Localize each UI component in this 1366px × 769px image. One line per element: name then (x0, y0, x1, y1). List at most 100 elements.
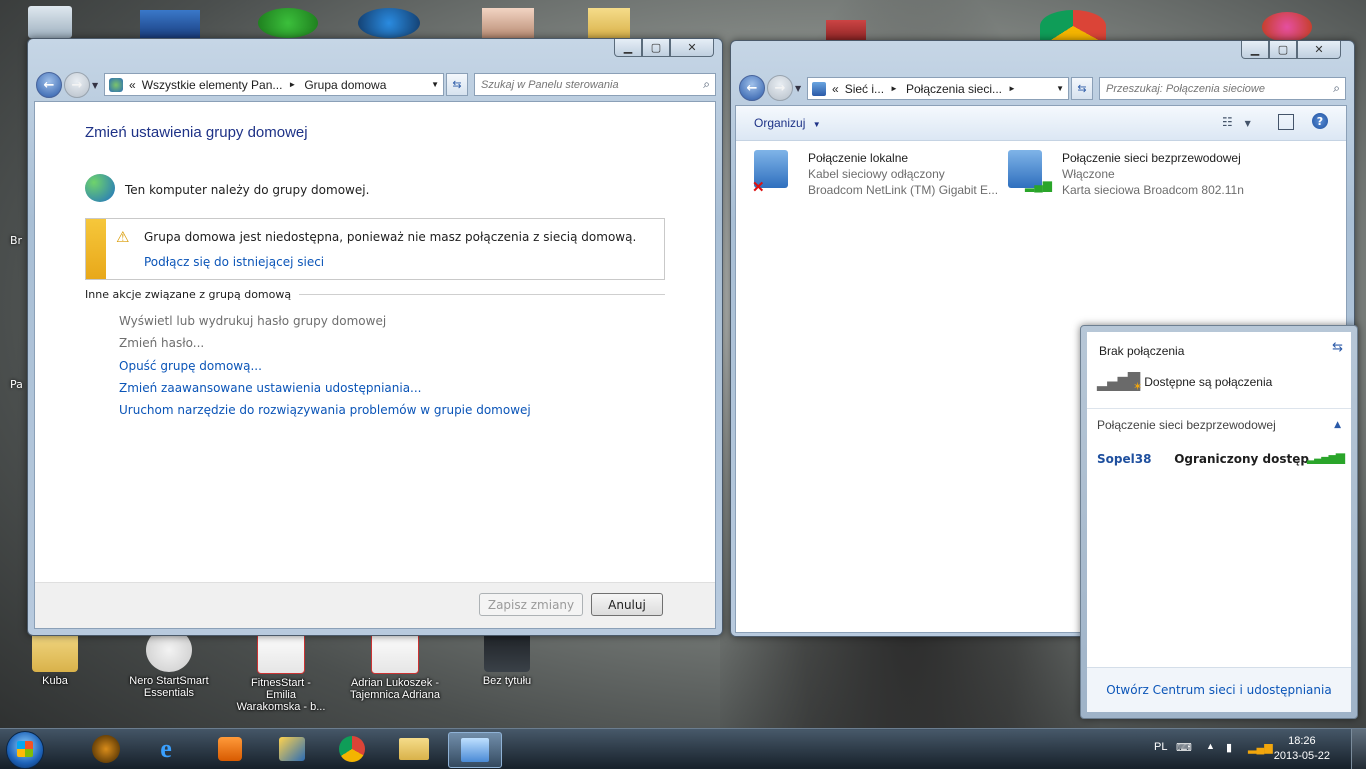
search-icon[interactable]: ⌕ (703, 77, 710, 92)
view-icon: ☷ (1222, 115, 1233, 129)
search-box[interactable]: ⌕ (474, 73, 716, 96)
back-button[interactable]: ← (739, 75, 765, 101)
search-box[interactable]: ⌕ (1099, 77, 1346, 100)
organize-menu[interactable]: Organizuj ▼ (754, 116, 821, 130)
star-icon: ✶ (1133, 380, 1142, 393)
desktop-icon-top-2[interactable] (140, 10, 200, 38)
open-network-center-link[interactable]: Otwórz Centrum sieci i udostępniania (1106, 683, 1331, 697)
breadcrumb-network[interactable]: Sieć i... (845, 82, 884, 96)
save-changes-button[interactable]: Zapisz zmiany (479, 593, 583, 616)
language-indicator[interactable]: PL (1154, 741, 1167, 753)
connection-wireless[interactable]: ▂▄▆ Połączenie sieci bezprzewodowej Włąc… (1008, 150, 1244, 198)
connection-local[interactable]: ✕ Połączenie lokalne Kabel sieciowy odłą… (752, 150, 998, 198)
breadcrumb-homegroup[interactable]: Grupa domowa (304, 78, 386, 92)
minimize-button[interactable]: ▁ (614, 39, 642, 57)
start-button[interactable] (6, 731, 44, 769)
connections-available: ▂▄▆█ ✶ Dostępne są połączenia (1097, 372, 1272, 393)
wifi-network-status: Ograniczony dostęp (1174, 452, 1309, 466)
desktop-icon-adrian[interactable]: Adrian Lukoszek - Tajemnica Adriana (350, 628, 440, 701)
desktop-icon-top-3[interactable] (258, 8, 318, 38)
preview-pane-icon[interactable] (1278, 114, 1294, 130)
close-icon: ✕ (687, 41, 697, 54)
address-bar[interactable]: « Sieć i... ► Połączenia sieci... ► ▼ (807, 77, 1069, 100)
refresh-button[interactable]: ⇆ (1071, 77, 1093, 100)
show-desktop-button[interactable] (1351, 729, 1366, 769)
flyout-footer: Otwórz Centrum sieci i udostępniania (1087, 667, 1351, 712)
chevron-up-icon[interactable]: ▲ (1334, 420, 1341, 430)
breadcrumb-separator-icon[interactable]: ► (1008, 84, 1016, 93)
address-bar[interactable]: « Wszystkie elementy Pan... ► Grupa domo… (104, 73, 444, 96)
troubleshooter-link[interactable]: Uruchom narzędzie do rozwiązywania probl… (119, 403, 531, 417)
keyboard-icon[interactable]: ⌨ (1176, 741, 1192, 754)
desktop-icon-top-4[interactable] (358, 8, 420, 38)
show-password-link[interactable]: Wyświetl lub wydrukuj hasło grupy domowe… (119, 314, 386, 328)
address-dropdown-icon[interactable]: ▼ (431, 80, 439, 89)
minimize-button[interactable]: ▁ (1241, 41, 1269, 59)
warning-stripe (86, 219, 106, 279)
taskbar-media[interactable] (204, 732, 256, 766)
desktop-icon-top-right[interactable] (1262, 12, 1312, 42)
maximize-icon: ▢ (650, 41, 662, 54)
homegroup-window[interactable]: ▁ ▢ ✕ ← → ▼ « Wszystkie elementy Pan... … (27, 38, 723, 636)
leave-homegroup-link[interactable]: Opuść grupę domową... (119, 359, 262, 373)
other-actions-header: Inne akcje związane z grupą domową (85, 288, 665, 301)
caption-buttons: ▁ ▢ ✕ (614, 39, 714, 57)
wifi-network-item[interactable]: Sopel38 Ograniczony dostęp ▂▃▄▅▆ (1097, 450, 1345, 470)
clock[interactable]: 18:26 2013-05-22 (1274, 734, 1330, 764)
desktop-icon-kuba[interactable]: Kuba (10, 628, 100, 687)
taskbar-ie[interactable]: e (140, 732, 192, 766)
clock-date: 2013-05-22 (1273, 750, 1330, 762)
show-hidden-icons-icon[interactable]: ▲ (1206, 741, 1215, 751)
forward-button[interactable]: → (767, 75, 793, 101)
recent-pages-icon[interactable]: ▼ (795, 84, 801, 93)
navigation-buttons: ← → ▼ (36, 72, 100, 98)
search-input[interactable] (1100, 81, 1345, 96)
breadcrumb-prefix[interactable]: « (129, 78, 136, 92)
desktop-icon-label: Nero StartSmart Essentials (129, 675, 209, 699)
warning-icon: ⚠ (116, 228, 130, 246)
recent-pages-icon[interactable]: ▼ (92, 81, 98, 90)
change-password-link[interactable]: Zmień hasło... (119, 336, 204, 350)
search-icon[interactable]: ⌕ (1333, 81, 1340, 96)
desktop-icon-nero[interactable]: Nero StartSmart Essentials (124, 628, 214, 699)
desktop-photo-icon[interactable] (482, 8, 534, 38)
refresh-icon[interactable]: ⇆ (1332, 340, 1343, 355)
refresh-button[interactable]: ⇆ (446, 73, 468, 96)
breadcrumb-connections[interactable]: Połączenia sieci... (906, 82, 1002, 96)
maximize-button[interactable]: ▢ (642, 39, 670, 57)
battery-icon[interactable]: ▮ (1226, 741, 1232, 754)
back-button[interactable]: ← (36, 72, 62, 98)
chevron-down-icon: ▼ (1244, 119, 1251, 128)
breadcrumb-all-items[interactable]: Wszystkie elementy Pan... (142, 78, 283, 92)
taskbar-globe-app[interactable] (80, 732, 132, 766)
advanced-sharing-link[interactable]: Zmień zaawansowane ustawienia udostępnia… (119, 381, 422, 395)
search-input[interactable] (475, 77, 715, 92)
desktop-chrome-icon[interactable] (1040, 10, 1106, 42)
close-button[interactable]: ✕ (1297, 41, 1341, 59)
signal-available-icon: ▂▄▆█ ✶ (1097, 372, 1142, 393)
taskbar-control-panel[interactable] (448, 732, 502, 768)
command-bar: Organizuj ▼ ☷ ▼ ? (736, 106, 1346, 141)
breadcrumb-prefix[interactable]: « (832, 82, 839, 96)
help-icon[interactable]: ? (1312, 113, 1328, 129)
button-row: Zapisz zmiany Anuluj (35, 582, 715, 628)
desktop-icon-bez-tytulu[interactable]: Bez tytułu (462, 628, 552, 687)
forward-button[interactable]: → (64, 72, 90, 98)
maximize-button[interactable]: ▢ (1269, 41, 1297, 59)
taskbar-chrome[interactable] (326, 732, 378, 766)
taskbar-explorer[interactable] (388, 732, 440, 766)
cancel-button[interactable]: Anuluj (591, 593, 663, 616)
view-options-button[interactable]: ☷ ▼ (1222, 115, 1251, 129)
network-tray-icon[interactable]: ▂▄▆ (1248, 741, 1273, 754)
desktop-film-icon[interactable] (826, 20, 866, 42)
connect-network-link[interactable]: Podłącz się do istniejącej sieci (144, 255, 324, 269)
taskbar-paint[interactable] (266, 732, 318, 766)
desktop-icon-fitnesstart[interactable]: FitnesStart - Emilia Warakomska - b... (236, 628, 326, 713)
desktop-recycle-bin[interactable] (28, 6, 72, 38)
desktop-folder-icon[interactable] (588, 8, 630, 38)
close-button[interactable]: ✕ (670, 39, 714, 57)
connection-adapter: Karta sieciowa Broadcom 802.11n (1062, 183, 1244, 197)
breadcrumb-separator-icon[interactable]: ► (288, 80, 296, 89)
address-dropdown-icon[interactable]: ▼ (1056, 84, 1064, 93)
breadcrumb-separator-icon[interactable]: ► (890, 84, 898, 93)
